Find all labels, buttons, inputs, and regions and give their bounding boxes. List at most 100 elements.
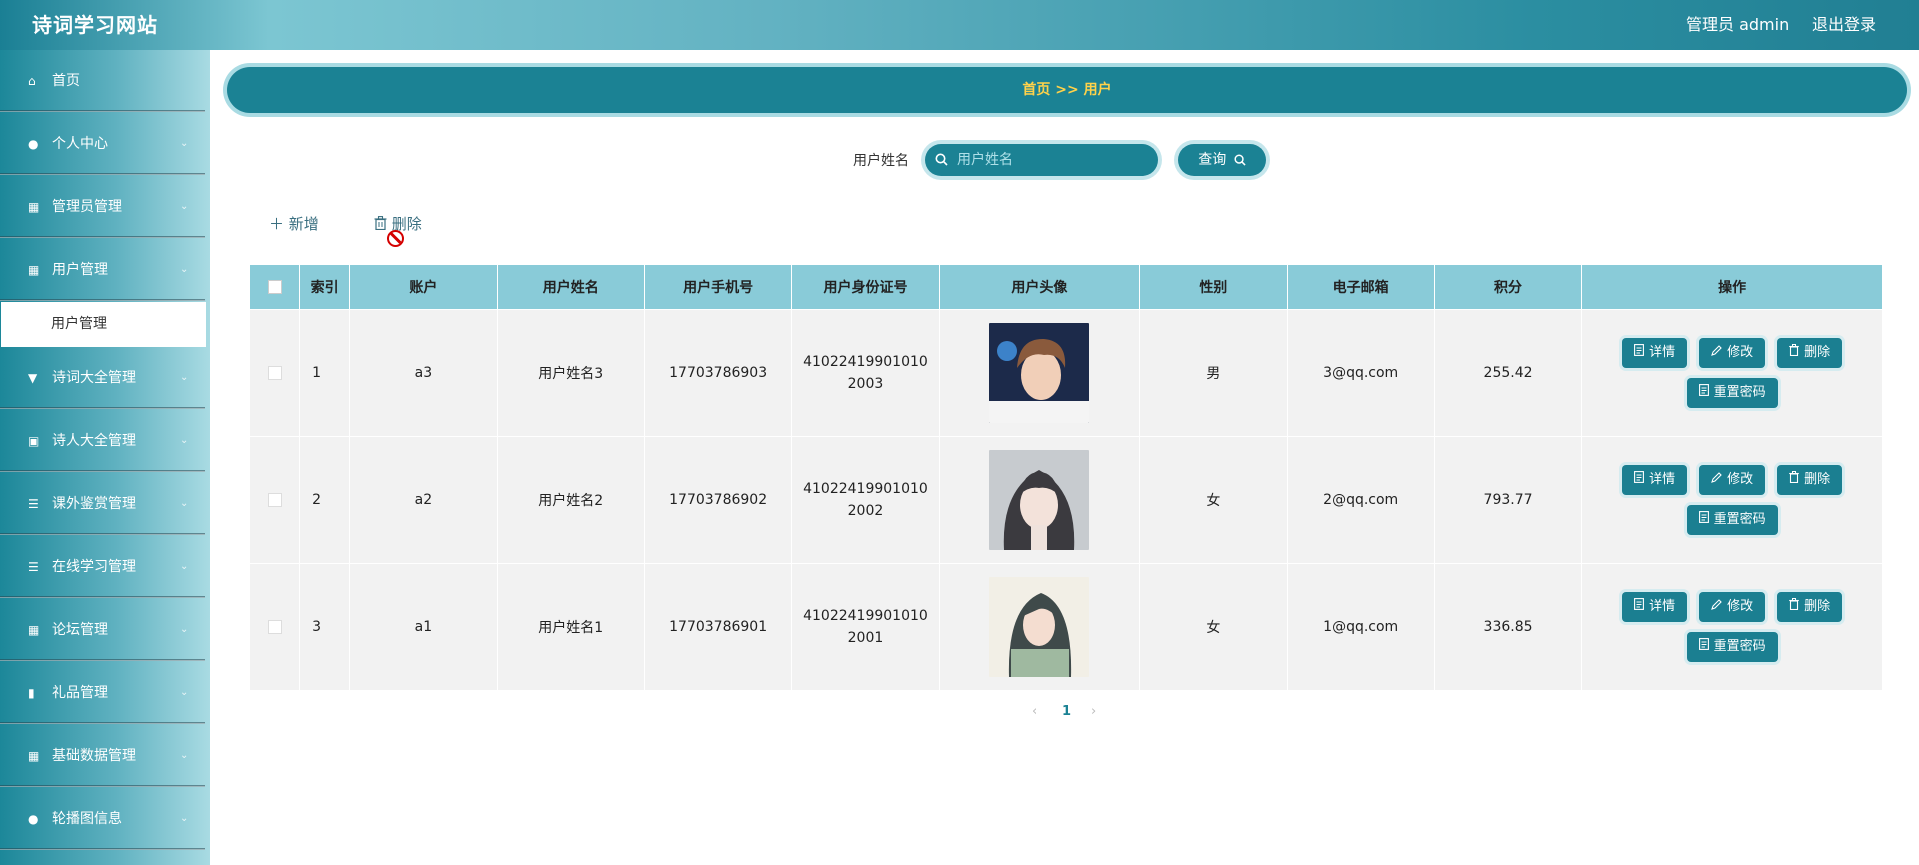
top-header: 诗词学习网站 管理员 admin 退出登录 [0, 0, 1919, 50]
list-icon: ☰ [28, 497, 39, 511]
detail-label: 详情 [1649, 472, 1676, 487]
edit-label: 修改 [1727, 599, 1754, 614]
row-select-cell[interactable] [248, 563, 301, 691]
row-select-cell[interactable] [248, 436, 301, 564]
chevron-down-icon: ⌄ [180, 687, 189, 698]
sidebar-item-3[interactable]: ▦ 用户管理 ⌄ [0, 239, 205, 301]
select-all-cell[interactable] [248, 264, 301, 310]
row-select-cell[interactable] [248, 309, 301, 437]
delete-button[interactable]: 删除 [1777, 592, 1843, 622]
sidebar-item-label: 基础数据管理 [52, 748, 136, 764]
row-checkbox[interactable] [267, 620, 282, 634]
user-icon: ● [28, 137, 39, 151]
cell-idcard: 410224199010102002 [791, 436, 940, 564]
sidebar-item-9[interactable]: ▮ 礼品管理 ⌄ [0, 662, 205, 724]
sidebar-divider [0, 110, 205, 112]
sidebar-item-8[interactable]: ▦ 论坛管理 ⌄ [0, 599, 205, 661]
cell-avatar [938, 309, 1141, 437]
sidebar-item-1[interactable]: ● 个人中心 ⌄ [0, 113, 205, 175]
clipboard-icon: ▣ [28, 434, 40, 448]
table-header-row: 索引 账户 用户姓名 用户手机号 用户身份证号 用户头像 性别 电子邮箱 积分 … [248, 264, 1883, 310]
reset-password-button[interactable]: 重置密码 [1686, 378, 1778, 408]
cell-name: 用户姓名3 [496, 309, 645, 437]
page-number-current[interactable]: 1 [1062, 704, 1071, 719]
cell-email: 2@qq.com [1286, 436, 1435, 564]
cell-account: a2 [349, 436, 498, 564]
cell-index: 3 [299, 563, 351, 691]
chevron-down-icon: ⌄ [180, 813, 189, 824]
add-button[interactable]: ＋ 新增 [269, 213, 319, 234]
not-allowed-cursor-icon [387, 230, 404, 247]
edit-button[interactable]: 修改 [1699, 338, 1766, 368]
edit-button[interactable]: 修改 [1699, 465, 1766, 495]
next-page-button[interactable]: › [1091, 704, 1096, 719]
col-header-idcard: 用户身份证号 [791, 264, 940, 310]
prev-page-button[interactable]: ‹ [1032, 704, 1037, 719]
delete-button[interactable]: 删除 [1777, 465, 1843, 495]
table-row: 1 a3 用户姓名3 17703786903 410224199010102003 男 3@… [248, 309, 1883, 437]
user-table: 索引 账户 用户姓名 用户手机号 用户身份证号 用户头像 性别 电子邮箱 积分 … [248, 264, 1883, 691]
cell-account: a3 [349, 309, 498, 437]
logout-link[interactable]: 退出登录 [1812, 11, 1876, 35]
chevron-down-icon: ⌄ [180, 561, 189, 572]
select-all-checkbox[interactable] [267, 280, 282, 294]
detail-button[interactable]: 详情 [1622, 338, 1688, 368]
detail-label: 详情 [1649, 599, 1676, 614]
detail-button[interactable]: 详情 [1622, 592, 1688, 622]
chevron-down-icon: ⌄ [180, 624, 189, 635]
chevron-down-icon: ⌄ [180, 138, 189, 149]
cell-phone: 17703786902 [643, 436, 793, 564]
reset-password-button[interactable]: 重置密码 [1686, 505, 1778, 535]
home-icon: ⌂ [28, 74, 36, 88]
bulb-icon: ● [28, 812, 39, 826]
sidebar-item-6[interactable]: ☰ 课外鉴赏管理 ⌄ [0, 473, 205, 535]
sidebar-item-5[interactable]: ▣ 诗人大全管理 ⌄ [0, 410, 205, 472]
cell-email: 3@qq.com [1286, 309, 1435, 437]
trash-icon [374, 215, 392, 233]
grid-icon: ▦ [28, 749, 40, 763]
avatar [940, 450, 1139, 550]
sidebar-item-0[interactable]: ⌂ 首页 [0, 50, 205, 112]
sidebar-divider [0, 533, 205, 535]
sidebar-item-4[interactable]: ▼ 诗词大全管理 ⌄ [0, 347, 205, 409]
brush-icon: ▼ [28, 371, 38, 385]
sidebar-item-7[interactable]: ☰ 在线学习管理 ⌄ [0, 536, 205, 598]
cell-phone: 17703786903 [643, 309, 793, 437]
search-icon [1231, 152, 1246, 168]
query-button[interactable]: 查询 [1178, 144, 1266, 176]
cell-name: 用户姓名1 [496, 563, 645, 691]
sidebar-item-2[interactable]: ▦ 管理员管理 ⌄ [0, 176, 205, 238]
sidebar-divider [0, 236, 205, 238]
search-input[interactable]: 用户姓名 [925, 144, 1158, 176]
sidebar-divider [0, 407, 205, 409]
pencil-icon [1711, 599, 1722, 613]
sidebar-item-11[interactable]: ● 轮播图信息 ⌄ [0, 788, 205, 850]
avatar [940, 323, 1139, 423]
row-checkbox[interactable] [267, 366, 282, 380]
cell-email: 1@qq.com [1286, 563, 1435, 691]
idcard-text: 410224199010102001 [803, 608, 928, 646]
cell-points: 336.85 [1433, 563, 1583, 691]
col-header-name: 用户姓名 [496, 264, 645, 310]
sidebar-divider [0, 722, 205, 724]
sidebar-item-label: 诗人大全管理 [52, 433, 136, 449]
reset-password-button[interactable]: 重置密码 [1686, 632, 1778, 662]
delete-label: 删除 [1804, 345, 1831, 360]
row-actions: 详情 修改 删除重置密码 [1582, 338, 1882, 408]
chevron-down-icon: ⌄ [180, 201, 189, 212]
pencil-icon [1711, 472, 1722, 486]
detail-button[interactable]: 详情 [1622, 465, 1688, 495]
chevron-down-icon: ⌄ [180, 498, 189, 509]
grid-icon: ▦ [28, 200, 40, 214]
trash-icon [1789, 598, 1799, 613]
document-icon [1634, 471, 1645, 486]
table-row: 3 a1 用户姓名1 17703786901 410224199010102001 女 1@… [248, 563, 1883, 691]
sidebar-subitem-user-management[interactable]: 用户管理 [1, 302, 206, 347]
sidebar-item-10[interactable]: ▦ 基础数据管理 ⌄ [0, 725, 205, 787]
cell-actions: 详情 修改 删除重置密码 [1581, 309, 1883, 437]
row-checkbox[interactable] [267, 493, 282, 507]
delete-button[interactable]: 删除 [1777, 338, 1843, 368]
cell-points: 255.42 [1433, 309, 1583, 437]
sidebar-item-label: 诗词大全管理 [52, 370, 136, 386]
edit-button[interactable]: 修改 [1699, 592, 1766, 622]
